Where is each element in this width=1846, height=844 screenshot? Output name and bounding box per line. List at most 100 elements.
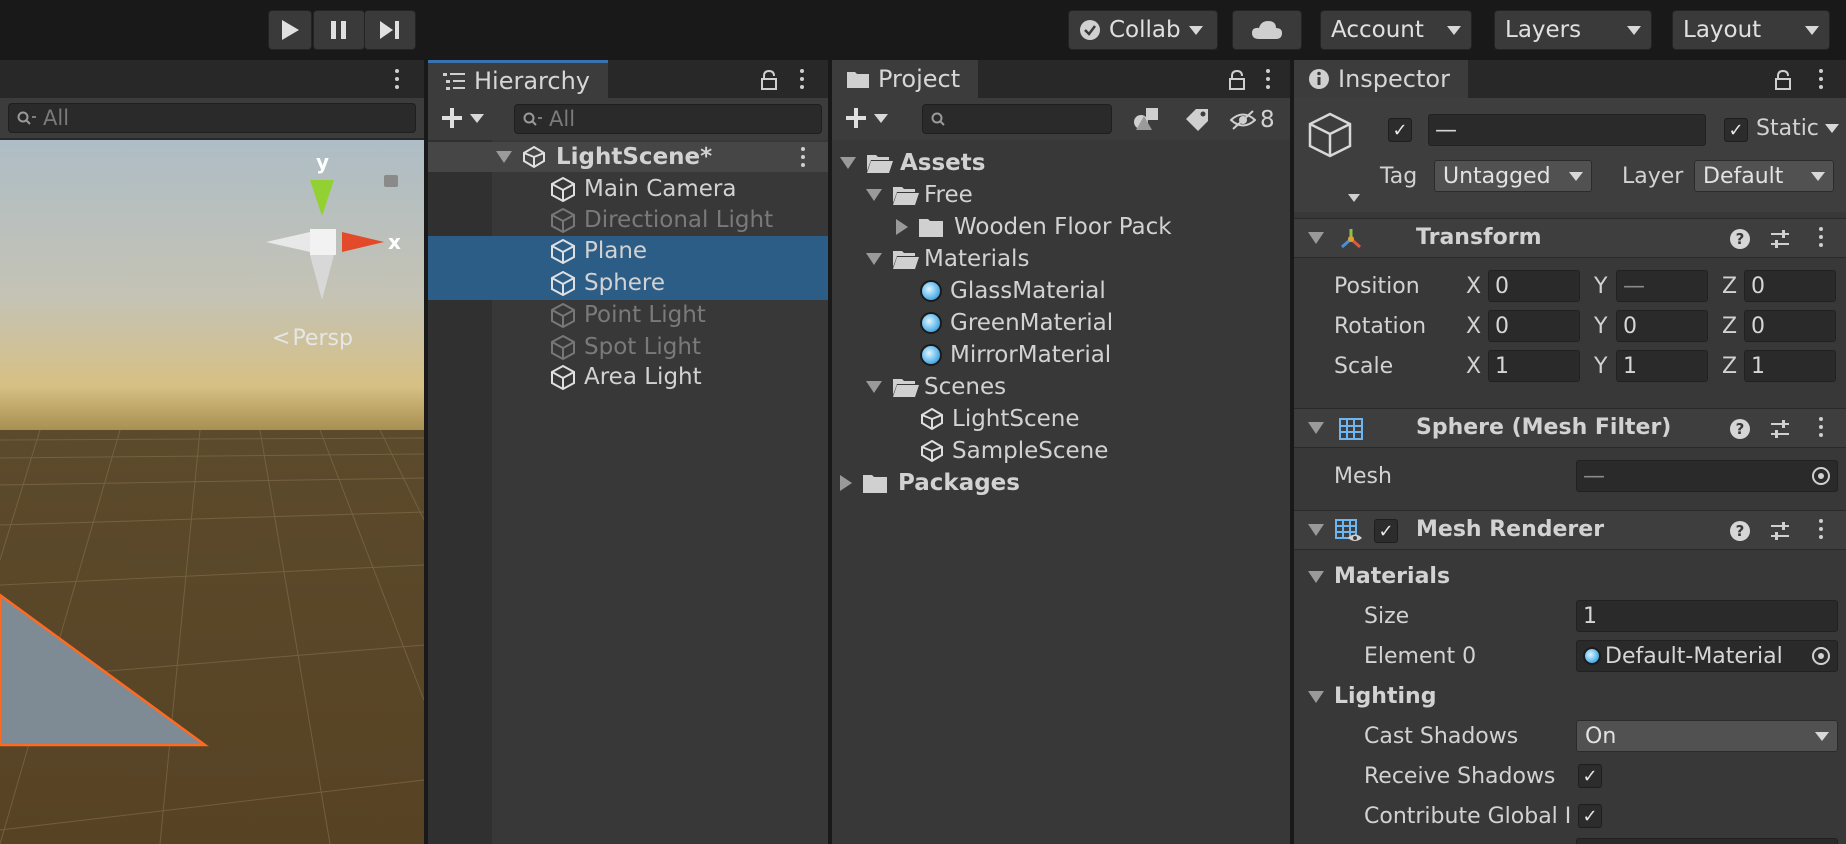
more-icon[interactable] [394, 69, 400, 89]
tree-item-mirror-material[interactable]: MirrorMaterial [920, 340, 1111, 370]
hierarchy-item[interactable]: Plane [550, 236, 647, 266]
tree-item-sample-scene[interactable]: SampleScene [920, 436, 1108, 466]
static-dropdown[interactable]: Static [1756, 116, 1839, 141]
active-checkbox[interactable]: ✓ [1388, 118, 1412, 142]
lock-icon[interactable] [1228, 70, 1246, 90]
more-icon[interactable] [799, 69, 805, 89]
preset-sliders-icon[interactable] [1770, 521, 1790, 541]
cloud-button[interactable] [1232, 10, 1302, 50]
layers-dropdown[interactable]: Layers [1494, 10, 1652, 50]
tab-hierarchy[interactable]: Hierarchy [428, 60, 609, 98]
help-icon[interactable]: ? [1730, 419, 1750, 439]
hierarchy-item[interactable]: Directional Light [550, 205, 773, 235]
tree-item-glass-material[interactable]: GlassMaterial [920, 276, 1106, 306]
tree-item-materials[interactable]: Materials [866, 244, 1029, 274]
receive-shadows-checkbox[interactable]: ✓ [1578, 764, 1602, 788]
expand-arrow-icon[interactable] [1308, 690, 1324, 703]
label-tag-icon[interactable] [1184, 107, 1210, 131]
object-picker-icon[interactable] [1811, 466, 1831, 486]
scene-viewport[interactable]: y x < Persp [0, 140, 424, 844]
tree-item-light-scene[interactable]: LightScene [920, 404, 1080, 434]
hierarchy-item[interactable]: Sphere [550, 268, 665, 298]
collapse-arrow-icon[interactable] [896, 219, 908, 235]
mesh-renderer-header[interactable]: ✓ Mesh Renderer ? [1294, 510, 1846, 550]
create-button[interactable] [440, 106, 484, 130]
more-icon[interactable] [1265, 69, 1271, 89]
more-icon[interactable] [1818, 69, 1824, 89]
tree-item-packages[interactable]: Packages [840, 468, 1020, 498]
tab-inspector[interactable]: Inspector [1294, 60, 1468, 98]
size-field[interactable]: 1 [1576, 600, 1838, 632]
tree-item-free[interactable]: Free [866, 180, 973, 210]
gameobject-cube-icon[interactable] [1308, 112, 1356, 162]
tree-item-scenes[interactable]: Scenes [866, 372, 1006, 402]
hierarchy-item[interactable]: Spot Light [550, 332, 701, 362]
static-checkbox[interactable]: ✓ [1724, 118, 1748, 142]
lock-icon[interactable] [1774, 70, 1792, 90]
contribute-gi-checkbox[interactable]: ✓ [1578, 804, 1602, 828]
expand-arrow-icon[interactable] [1308, 570, 1324, 583]
rotation-z-field[interactable]: 0 [1744, 310, 1836, 342]
expand-arrow-icon[interactable] [1308, 524, 1324, 536]
chevron-down-icon[interactable] [1348, 194, 1360, 202]
pause-button[interactable] [313, 10, 365, 50]
hidden-packages-toggle[interactable]: 8 [1230, 107, 1275, 133]
tag-dropdown[interactable]: Untagged [1434, 160, 1592, 192]
help-icon[interactable]: ? [1730, 521, 1750, 541]
scale-z-field[interactable]: 1 [1744, 350, 1836, 382]
more-icon[interactable] [1818, 227, 1824, 247]
rotation-y-field[interactable]: 0 [1616, 310, 1708, 342]
help-icon[interactable]: ? [1730, 229, 1750, 249]
expand-arrow-icon[interactable] [1308, 422, 1324, 434]
scale-x-field[interactable]: 1 [1488, 350, 1580, 382]
collapse-arrow-icon[interactable] [840, 475, 852, 491]
expand-arrow-icon[interactable] [496, 151, 512, 163]
filter-by-type-icon[interactable] [1132, 106, 1160, 132]
expand-arrow-icon[interactable] [840, 157, 856, 169]
persp-toggle[interactable]: < Persp [272, 326, 353, 351]
expand-arrow-icon[interactable] [866, 253, 882, 265]
preset-sliders-icon[interactable] [1770, 229, 1790, 249]
position-y-field[interactable]: — [1616, 270, 1708, 302]
expand-arrow-icon[interactable] [866, 381, 882, 393]
more-icon[interactable] [800, 147, 806, 167]
materials-foldout[interactable]: Materials [1308, 564, 1450, 589]
hierarchy-item[interactable]: Point Light [550, 300, 706, 330]
tree-item-assets[interactable]: Assets [840, 148, 985, 178]
mesh-object-field[interactable]: — [1576, 460, 1838, 492]
expand-arrow-icon[interactable] [866, 189, 882, 201]
lock-icon[interactable] [760, 70, 778, 90]
create-button[interactable] [844, 106, 888, 130]
layer-dropdown[interactable]: Default [1694, 160, 1834, 192]
preset-sliders-icon[interactable] [1770, 419, 1790, 439]
hierarchy-item[interactable]: Main Camera [550, 174, 736, 204]
tab-project[interactable]: Project [832, 60, 979, 98]
more-icon[interactable] [1818, 417, 1824, 437]
tree-item-wooden-floor-pack[interactable]: Wooden Floor Pack [896, 212, 1172, 242]
hierarchy-item[interactable]: Area Light [550, 362, 702, 392]
more-icon[interactable] [1818, 519, 1824, 539]
play-button[interactable] [268, 10, 312, 50]
scene-search-input[interactable]: All [8, 103, 416, 133]
lighting-foldout[interactable]: Lighting [1308, 684, 1436, 709]
mesh-filter-header[interactable]: Sphere (Mesh Filter) ? [1294, 408, 1846, 448]
scene-header-row[interactable]: LightScene* [428, 142, 828, 172]
collab-dropdown[interactable]: Collab [1068, 10, 1218, 50]
position-x-field[interactable]: 0 [1488, 270, 1580, 302]
rotation-x-field[interactable]: 0 [1488, 310, 1580, 342]
step-button[interactable] [364, 10, 416, 50]
transform-header[interactable]: Transform ? [1294, 218, 1846, 258]
cast-shadows-dropdown[interactable]: On [1576, 720, 1838, 752]
scale-y-field[interactable]: 1 [1616, 350, 1708, 382]
element0-object-field[interactable]: Default-Material [1576, 640, 1838, 672]
account-dropdown[interactable]: Account [1320, 10, 1472, 50]
position-z-field[interactable]: 0 [1744, 270, 1836, 302]
project-search-input[interactable] [922, 104, 1112, 134]
mesh-renderer-enabled-checkbox[interactable]: ✓ [1374, 519, 1398, 543]
layout-dropdown[interactable]: Layout [1672, 10, 1830, 50]
hierarchy-search-input[interactable]: All [514, 104, 822, 134]
tree-item-green-material[interactable]: GreenMaterial [920, 308, 1113, 338]
object-picker-icon[interactable] [1811, 646, 1831, 666]
expand-arrow-icon[interactable] [1308, 232, 1324, 244]
object-name-field[interactable]: — [1428, 114, 1706, 146]
